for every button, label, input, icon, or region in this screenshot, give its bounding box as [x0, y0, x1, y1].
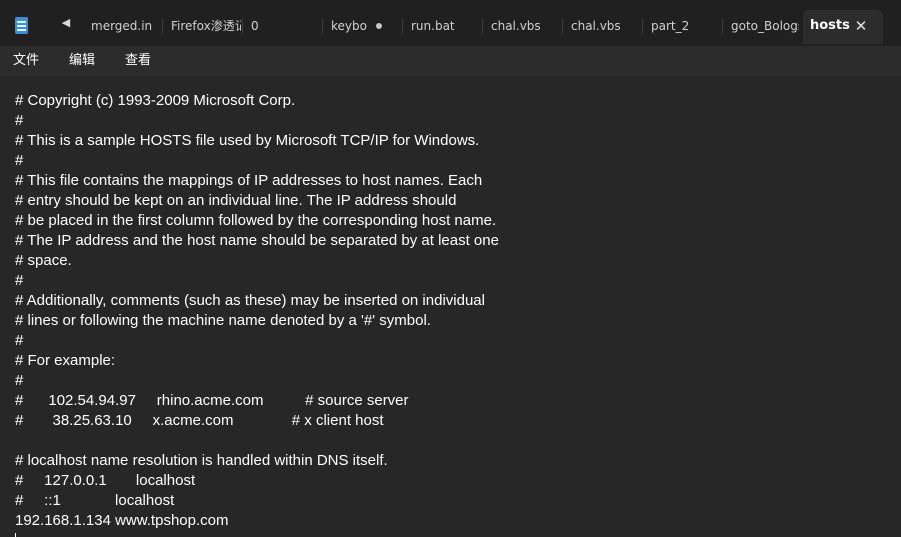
tab-merged-ini[interactable]: merged.ini [91, 12, 153, 40]
editor-line: # 102.54.94.97 rhino.acme.com # source s… [15, 392, 409, 409]
editor-lines: # Copyright (c) 1993-2009 Microsoft Corp… [15, 91, 499, 531]
editor-line: 192.168.1.134 www.tpshop.com [15, 512, 229, 529]
tab-keyboard[interactable]: keyboa [331, 12, 367, 40]
editor-line: # be placed in the first column followed… [15, 212, 497, 229]
tab-firefox[interactable]: Firefox渗透记 [171, 12, 241, 40]
tab-label: keyboa [331, 19, 367, 33]
tab-bar: ◀ merged.ini Firefox渗透记 0 keyboa run.bat… [0, 0, 901, 46]
notepad-window: ◀ merged.ini Firefox渗透记 0 keyboa run.bat… [0, 0, 901, 537]
editor-line: # This is a sample HOSTS file used by Mi… [15, 132, 480, 149]
tab-label: part_2 [651, 19, 690, 33]
tab-divider [162, 19, 163, 34]
editor-line: # ::1 localhost [15, 492, 175, 509]
tab-label: Firefox渗透记 [171, 19, 241, 33]
triangle-left-icon[interactable]: ◀ [58, 15, 74, 31]
editor-line [15, 431, 499, 451]
close-icon[interactable]: ✕ [853, 12, 869, 40]
tab-chal-vbs-1[interactable]: chal.vbs [491, 12, 551, 40]
tab-divider [402, 19, 403, 34]
tab-goto-bologs[interactable]: goto_Bologs [731, 12, 799, 40]
editor-line: # 38.25.63.10 x.acme.com # x client host [15, 412, 384, 429]
unsaved-dot-icon [376, 23, 382, 29]
tab-divider [242, 19, 243, 34]
tab-label: run.bat [411, 19, 455, 33]
tab-label: chal.vbs [571, 19, 621, 33]
editor-line: # 127.0.0.1 localhost [15, 472, 196, 489]
tab-divider [322, 19, 323, 34]
tab-label: 0 [251, 19, 259, 33]
tab-label: merged.ini [91, 19, 153, 33]
tab-label: hosts [810, 18, 850, 33]
editor-line: # This file contains the mappings of IP … [15, 172, 483, 189]
editor-line: # The IP address and the host name shoul… [15, 232, 499, 249]
editor-line: # [15, 152, 24, 169]
editor-line: # space. [15, 252, 72, 269]
tab-0[interactable]: 0 [251, 12, 311, 40]
tab-divider [482, 19, 483, 34]
notepad-icon [15, 17, 28, 34]
tab-run-bat[interactable]: run.bat [411, 12, 471, 40]
editor-line: # [15, 372, 24, 389]
tab-label: chal.vbs [491, 19, 541, 33]
tab-part-2[interactable]: part_2 [651, 12, 711, 40]
menu-edit[interactable]: 编辑 [69, 50, 95, 72]
menu-view[interactable]: 查看 [125, 50, 151, 72]
editor-line: # [15, 112, 24, 129]
tab-chal-vbs-2[interactable]: chal.vbs [571, 12, 631, 40]
tab-hosts-active[interactable]: hosts ✕ [803, 10, 883, 44]
editor-line: # [15, 272, 24, 289]
editor-line: # lines or following the machine name de… [15, 312, 431, 329]
tab-label: goto_Bologs [731, 19, 799, 33]
tab-divider [642, 19, 643, 34]
menu-bar: 文件 编辑 查看 [0, 46, 901, 76]
editor-line: # entry should be kept on an individual … [15, 192, 457, 209]
text-editor[interactable]: # Copyright (c) 1993-2009 Microsoft Corp… [0, 76, 901, 537]
editor-line: # Copyright (c) 1993-2009 Microsoft Corp… [15, 92, 296, 109]
text-caret [15, 533, 16, 537]
tab-divider [722, 19, 723, 34]
tab-divider [562, 19, 563, 34]
menu-file[interactable]: 文件 [13, 50, 39, 72]
editor-line: # Additionally, comments (such as these)… [15, 292, 485, 309]
editor-line: # [15, 332, 24, 349]
editor-line: # For example: [15, 352, 116, 369]
editor-line: # localhost name resolution is handled w… [15, 452, 388, 469]
